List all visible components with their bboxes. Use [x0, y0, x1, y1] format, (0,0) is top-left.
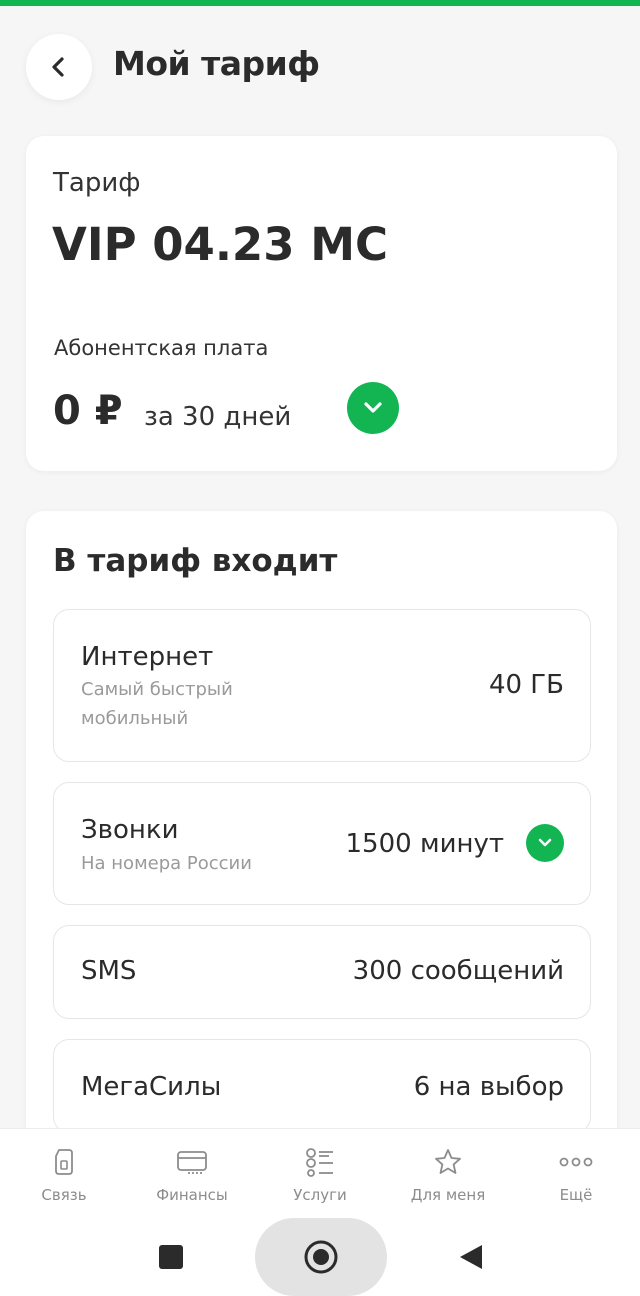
more-dots-icon: [559, 1157, 593, 1167]
recents-button[interactable]: [148, 1234, 194, 1280]
system-back-button[interactable]: [448, 1234, 494, 1280]
tariff-label: Тариф: [53, 168, 141, 198]
bottom-nav: Связь Финансы Услуги Для меня Ещё: [0, 1128, 640, 1210]
item-name: Звонки: [81, 815, 179, 845]
item-value: 1500 минут: [345, 829, 504, 859]
included-title: В тариф входит: [53, 543, 338, 579]
fee-expand-button[interactable]: [347, 382, 399, 434]
chevron-down-icon: [538, 838, 552, 847]
home-circle-icon: [304, 1240, 338, 1274]
item-value: 300 сообщений: [352, 956, 564, 986]
item-value: 6 на выбор: [413, 1072, 564, 1102]
included-item-sms[interactable]: SMS 300 сообщений: [53, 925, 591, 1019]
item-subtitle: Самый быстрый мобильный: [81, 679, 233, 729]
included-item-calls[interactable]: Звонки На номера России 1500 минут: [53, 782, 591, 905]
included-item-megasily[interactable]: МегаСилы 6 на выбор: [53, 1039, 591, 1133]
chevron-down-icon: [364, 402, 382, 413]
page-title: Мой тариф: [113, 44, 320, 83]
included-item-internet[interactable]: Интернет Самый быстрый мобильный 40 ГБ: [53, 609, 591, 762]
item-name: Интернет: [81, 642, 214, 672]
nav-label: Ещё: [559, 1186, 593, 1204]
fee-label: Абонентская плата: [54, 336, 269, 360]
nav-label: Для меня: [410, 1186, 486, 1204]
nav-item-finansy[interactable]: Финансы: [128, 1129, 256, 1210]
calls-expand-button[interactable]: [526, 824, 564, 862]
sim-card-icon: [55, 1149, 73, 1175]
nav-item-eshche[interactable]: Ещё: [512, 1129, 640, 1210]
tariff-card: Тариф VIP 04.23 MC Абонентская плата 0 ₽…: [26, 136, 617, 471]
square-icon: [159, 1245, 183, 1269]
nav-label: Связь: [41, 1186, 87, 1204]
nav-item-dlya-menya[interactable]: Для меня: [384, 1129, 512, 1210]
item-value: 40 ГБ: [488, 670, 564, 700]
nav-label: Финансы: [156, 1186, 228, 1204]
fee-amount: 0 ₽: [53, 388, 123, 434]
wallet-icon: [177, 1151, 207, 1174]
nav-label: Услуги: [293, 1186, 347, 1204]
nav-item-svyaz[interactable]: Связь: [0, 1129, 128, 1210]
header: Мой тариф: [0, 6, 640, 124]
nav-item-uslugi[interactable]: Услуги: [256, 1129, 384, 1210]
back-button[interactable]: [26, 34, 92, 100]
star-icon: [435, 1149, 461, 1174]
item-subtitle: На номера России: [81, 853, 252, 874]
included-card: В тариф входит Интернет Самый быстрый мо…: [26, 511, 617, 1151]
system-nav-bar: [0, 1210, 640, 1296]
chevron-left-icon: [52, 57, 64, 77]
fee-period: за 30 дней: [144, 402, 292, 432]
tariff-name: VIP 04.23 MC: [52, 218, 389, 271]
item-name: МегаСилы: [81, 1072, 222, 1102]
triangle-back-icon: [460, 1245, 482, 1269]
list-icon: [306, 1148, 333, 1177]
home-button[interactable]: [255, 1218, 387, 1296]
item-name: SMS: [81, 956, 137, 986]
